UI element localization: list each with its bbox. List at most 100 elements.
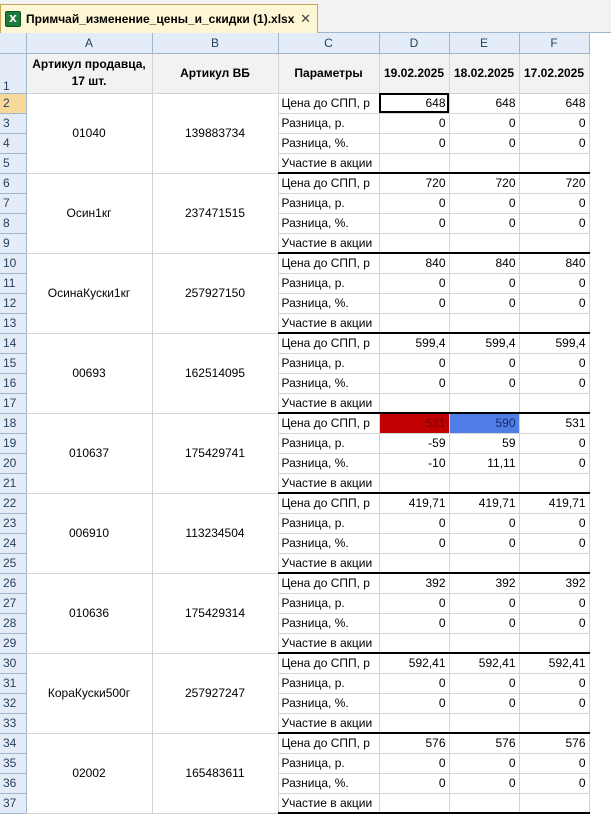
row-header[interactable]: 15 [0,353,27,374]
value-cell[interactable] [519,313,590,334]
row-header[interactable]: 3 [0,113,27,134]
value-cell[interactable]: 0 [379,613,450,634]
value-cell[interactable]: 0 [449,753,520,774]
column-header-c[interactable]: C [278,33,380,54]
header-wb-article[interactable]: Артикул ВБ [152,53,279,94]
row-header[interactable]: 23 [0,513,27,534]
value-cell[interactable] [379,713,450,734]
value-cell[interactable]: 720 [449,173,520,194]
column-header-e[interactable]: E [449,33,520,54]
value-cell[interactable] [449,153,520,174]
row-header[interactable]: 13 [0,313,27,334]
parameter-cell[interactable]: Цена до СПП, р [278,93,380,114]
value-cell[interactable] [519,553,590,574]
value-cell[interactable]: 592,41 [449,653,520,674]
row-header[interactable]: 35 [0,753,27,774]
parameter-cell[interactable]: Разница, р. [278,593,380,614]
value-cell[interactable]: 0 [379,293,450,314]
parameter-cell[interactable]: Разница, р. [278,353,380,374]
value-cell[interactable]: 0 [449,533,520,554]
value-cell[interactable]: 59 [449,433,520,454]
value-cell[interactable]: -59 [379,433,450,454]
value-cell[interactable]: 419,71 [519,493,590,514]
value-cell[interactable]: 576 [519,733,590,754]
value-cell[interactable]: 392 [519,573,590,594]
value-cell[interactable]: 720 [519,173,590,194]
value-cell[interactable]: 0 [449,513,520,534]
parameter-cell[interactable]: Разница, %. [278,693,380,714]
spreadsheet-grid[interactable]: A B C D E F 1 Артикул продавца, 17 шт. Артикул В… [0,33,590,814]
value-cell[interactable] [449,233,520,254]
value-cell[interactable]: 0 [379,273,450,294]
value-cell[interactable]: 840 [449,253,520,274]
parameter-cell[interactable]: Разница, %. [278,213,380,234]
parameter-cell[interactable]: Цена до СПП, р [278,653,380,674]
row-header[interactable]: 29 [0,633,27,654]
row-header[interactable]: 26 [0,573,27,594]
value-cell[interactable]: 0 [519,673,590,694]
value-cell[interactable]: 0 [449,613,520,634]
value-cell[interactable]: 0 [449,773,520,794]
value-cell[interactable]: 0 [449,373,520,394]
value-cell[interactable]: 0 [449,133,520,154]
value-cell[interactable]: 0 [519,593,590,614]
value-cell[interactable] [449,633,520,654]
value-cell[interactable]: 392 [449,573,520,594]
row-header[interactable]: 18 [0,413,27,434]
value-cell[interactable]: 0 [379,593,450,614]
value-cell[interactable]: 648 [519,93,590,114]
parameter-cell[interactable]: Цена до СПП, р [278,733,380,754]
sheet-table[interactable]: A B C D E F 1 Артикул продавца, 17 шт. Артикул В… [0,33,590,814]
row-header[interactable]: 22 [0,493,27,514]
row-header[interactable]: 33 [0,713,27,734]
value-cell[interactable]: 592,41 [519,653,590,674]
wb-article-cell[interactable]: 113234504 [152,493,279,574]
value-cell[interactable]: 0 [379,133,450,154]
parameter-cell[interactable]: Участие в акции [278,713,380,734]
parameter-cell[interactable]: Разница, р. [278,513,380,534]
value-cell[interactable] [379,793,450,814]
value-cell[interactable]: 840 [379,253,450,274]
parameter-cell[interactable]: Разница, %. [278,293,380,314]
value-cell[interactable]: 531 [379,413,450,434]
value-cell[interactable]: 11,11 [449,453,520,474]
value-cell[interactable]: 0 [449,193,520,214]
value-cell[interactable]: 0 [519,613,590,634]
value-cell[interactable] [519,633,590,654]
value-cell[interactable] [519,393,590,414]
value-cell[interactable]: 0 [449,593,520,614]
parameter-cell[interactable]: Разница, р. [278,753,380,774]
parameter-cell[interactable]: Цена до СПП, р [278,333,380,354]
value-cell[interactable]: 0 [519,513,590,534]
wb-article-cell[interactable]: 257927150 [152,253,279,334]
parameter-cell[interactable]: Разница, %. [278,533,380,554]
parameter-cell[interactable]: Цена до СПП, р [278,173,380,194]
value-cell[interactable]: 648 [449,93,520,114]
value-cell[interactable]: 0 [379,753,450,774]
value-cell[interactable] [449,473,520,494]
wb-article-cell[interactable]: 237471515 [152,173,279,254]
parameter-cell[interactable]: Разница, р. [278,673,380,694]
value-cell[interactable] [449,793,520,814]
value-cell[interactable]: 0 [519,753,590,774]
value-cell[interactable] [519,233,590,254]
value-cell[interactable]: 0 [379,213,450,234]
parameter-cell[interactable]: Участие в акции [278,793,380,814]
row-header[interactable]: 16 [0,373,27,394]
value-cell[interactable]: 0 [379,773,450,794]
value-cell[interactable]: 0 [449,673,520,694]
row-header[interactable]: 25 [0,553,27,574]
value-cell[interactable] [379,553,450,574]
parameter-cell[interactable]: Цена до СПП, р [278,493,380,514]
value-cell[interactable]: 0 [449,213,520,234]
value-cell[interactable]: 0 [449,293,520,314]
row-header[interactable]: 8 [0,213,27,234]
row-header[interactable]: 4 [0,133,27,154]
value-cell[interactable] [379,473,450,494]
parameter-cell[interactable]: Участие в акции [278,473,380,494]
value-cell[interactable]: 0 [379,373,450,394]
parameter-cell[interactable]: Участие в акции [278,553,380,574]
row-header[interactable]: 21 [0,473,27,494]
row-header[interactable]: 9 [0,233,27,254]
wb-article-cell[interactable]: 165483611 [152,733,279,814]
